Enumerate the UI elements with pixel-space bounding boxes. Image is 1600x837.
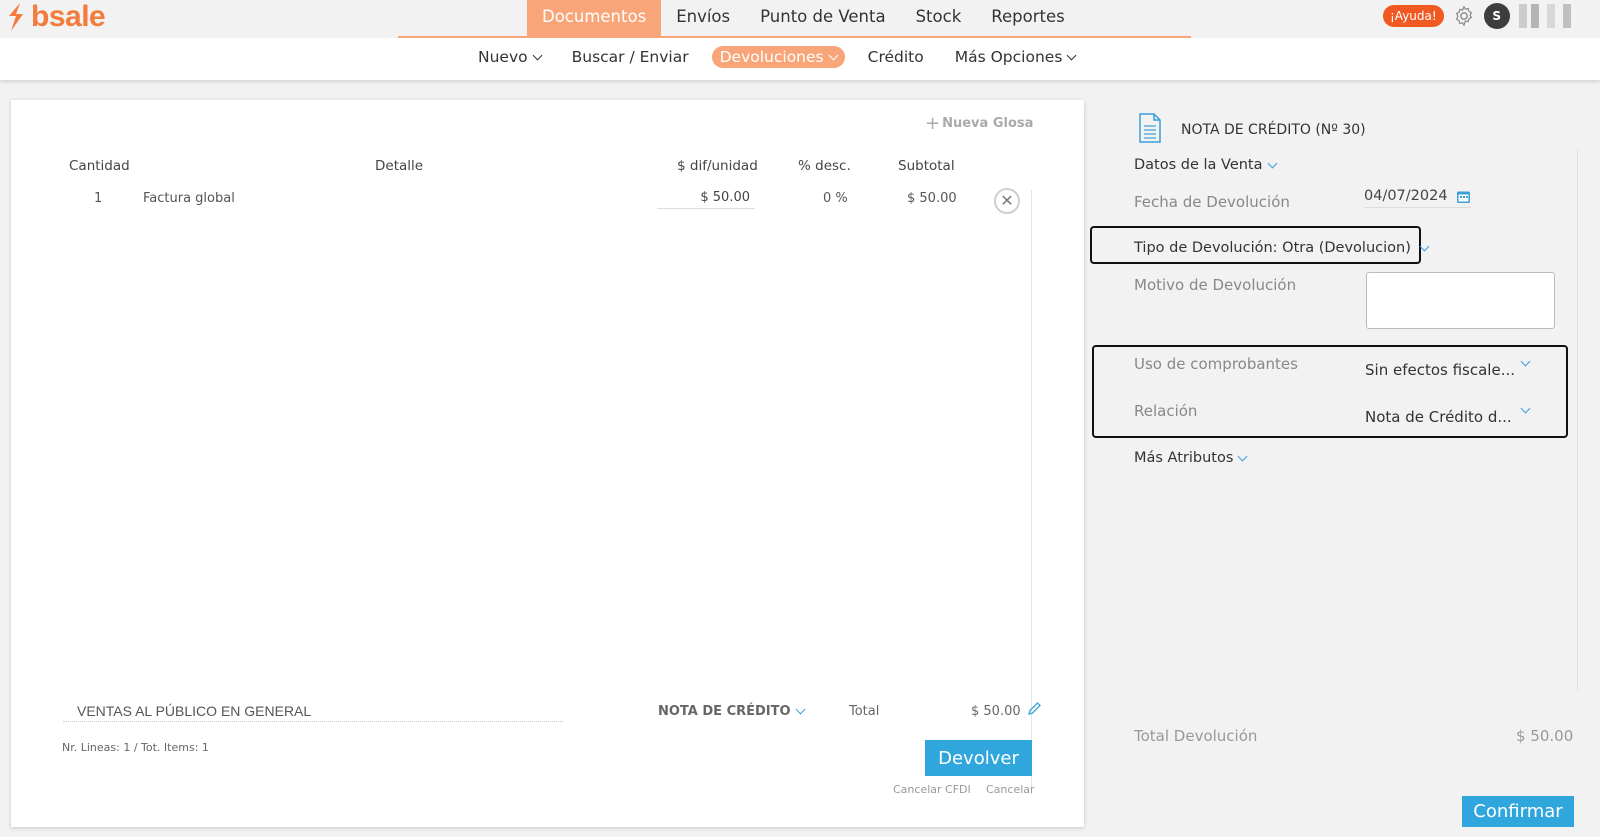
fecha-label: Fecha de Devolución — [1134, 193, 1290, 211]
total-label: Total — [849, 704, 880, 719]
sidebar-divider — [1577, 150, 1578, 690]
uso-label: Uso de comprobantes — [1134, 355, 1298, 373]
nav-punto-de-venta[interactable]: Punto de Venta — [745, 0, 900, 37]
col-cantidad: Cantidad — [69, 158, 130, 174]
help-button[interactable]: ¡Ayuda! — [1383, 5, 1444, 27]
chevron-down-icon — [1267, 158, 1277, 168]
document-title: NOTA DE CRÉDITO (Nº 30) — [1181, 122, 1366, 138]
gear-icon[interactable] — [1453, 5, 1475, 27]
user-area: ¡Ayuda! S — [1383, 3, 1579, 29]
row-desc[interactable]: 0 % — [823, 191, 848, 206]
chevron-down-icon — [1419, 241, 1430, 251]
datos-venta-label: Datos de la Venta — [1134, 157, 1263, 173]
nav-envios[interactable]: Envíos — [661, 0, 745, 37]
nueva-glosa-label: Nueva Glosa — [942, 116, 1034, 131]
bsale-logo-icon — [9, 3, 23, 31]
main-nav: Documentos Envíos Punto de Venta Stock R… — [527, 0, 1080, 37]
subnav-devoluciones[interactable]: Devoluciones — [711, 46, 845, 68]
subnav-nuevo-label: Nuevo — [478, 48, 528, 66]
fecha-input[interactable]: 04/07/2024 — [1364, 188, 1471, 208]
brand-name: bsale — [31, 0, 106, 33]
relacion-select[interactable]: Nota de Crédito d... — [1365, 408, 1512, 426]
document-editor: + Nueva Glosa Cantidad Detalle $ dif/uni… — [11, 100, 1084, 827]
lines-summary: Nr. Lineas: 1 / Tot. Items: 1 — [62, 741, 209, 754]
nav-reportes[interactable]: Reportes — [976, 0, 1079, 37]
col-desc: % desc. — [798, 158, 851, 174]
chevron-down-icon — [828, 50, 839, 60]
client-name-field[interactable]: VENTAS AL PÚBLICO EN GENERAL — [63, 703, 563, 722]
chevron-down-icon — [1237, 451, 1248, 461]
remove-line-button[interactable]: ✕ — [994, 188, 1020, 214]
cancel-link[interactable]: Cancelar — [986, 783, 1035, 796]
motivo-textarea[interactable] — [1366, 272, 1555, 329]
plus-icon: + — [925, 113, 941, 134]
subnav-credito-label: Crédito — [867, 48, 924, 66]
avatar[interactable]: S — [1483, 3, 1510, 29]
total-devolucion-label: Total Devolución — [1134, 727, 1258, 745]
dif-unidad-input[interactable] — [657, 187, 755, 209]
devolver-button[interactable]: Devolver — [925, 740, 1032, 776]
total-devolucion-value: $ 50.00 — [1516, 727, 1574, 745]
pencil-icon[interactable] — [1026, 701, 1042, 717]
col-subtotal: Subtotal — [898, 158, 955, 174]
mas-atributos-toggle[interactable]: Más Atributos — [1134, 450, 1248, 466]
confirmar-button[interactable]: Confirmar — [1462, 796, 1574, 827]
subnav-credito[interactable]: Crédito — [860, 46, 932, 68]
cancel-cfdi-link[interactable]: Cancelar CFDI — [893, 783, 971, 796]
relacion-label: Relación — [1134, 402, 1198, 420]
top-bar: bsale Documentos Envíos Punto de Venta S… — [0, 0, 1600, 38]
sub-nav: Nuevo Buscar / Enviar Devoluciones Crédi… — [470, 46, 1098, 68]
subnav-nuevo[interactable]: Nuevo — [470, 46, 549, 68]
chevron-down-icon — [532, 50, 543, 60]
mas-atributos-label: Más Atributos — [1134, 450, 1234, 466]
subnav-buscar-enviar-label: Buscar / Enviar — [571, 48, 689, 66]
chevron-down-icon — [1066, 50, 1077, 60]
col-detalle: Detalle — [375, 158, 424, 174]
subnav-mas-opciones[interactable]: Más Opciones — [947, 46, 1084, 68]
doc-type-dropdown[interactable]: NOTA DE CRÉDITO — [658, 704, 806, 719]
user-name-redacted — [1518, 4, 1579, 28]
calendar-icon[interactable] — [1456, 189, 1471, 204]
row-cantidad[interactable]: 1 — [94, 191, 102, 206]
subnav-mas-opciones-label: Más Opciones — [954, 48, 1063, 66]
row-subtotal: $ 50.00 — [907, 191, 957, 206]
row-detalle: Factura global — [143, 191, 235, 206]
tipo-devolucion-dropdown[interactable]: Tipo de Devolución: Otra (Devolucion) — [1134, 240, 1430, 256]
chevron-down-icon — [795, 704, 806, 715]
document-icon — [1139, 113, 1161, 143]
brand-logo[interactable]: bsale — [6, 0, 106, 33]
sub-nav-bar: Nuevo Buscar / Enviar Devoluciones Crédi… — [0, 38, 1600, 80]
subnav-buscar-enviar[interactable]: Buscar / Enviar — [564, 46, 697, 68]
nueva-glosa-button[interactable]: + Nueva Glosa — [925, 113, 1034, 134]
nav-stock[interactable]: Stock — [901, 0, 977, 37]
col-dif-unidad: $ dif/unidad — [677, 158, 758, 174]
nav-documentos[interactable]: Documentos — [527, 0, 662, 37]
total-value: $ 50.00 — [971, 704, 1021, 719]
motivo-label: Motivo de Devolución — [1134, 276, 1297, 294]
close-icon: ✕ — [1000, 191, 1014, 210]
doc-type-label: NOTA DE CRÉDITO — [658, 704, 791, 719]
fecha-value: 04/07/2024 — [1364, 188, 1448, 204]
subnav-devoluciones-label: Devoluciones — [719, 48, 824, 66]
datos-venta-toggle[interactable]: Datos de la Venta — [1134, 157, 1277, 173]
uso-select[interactable]: Sin efectos fiscale... — [1365, 361, 1515, 379]
tipo-devolucion-label: Tipo de Devolución: Otra (Devolucion) — [1134, 240, 1411, 256]
